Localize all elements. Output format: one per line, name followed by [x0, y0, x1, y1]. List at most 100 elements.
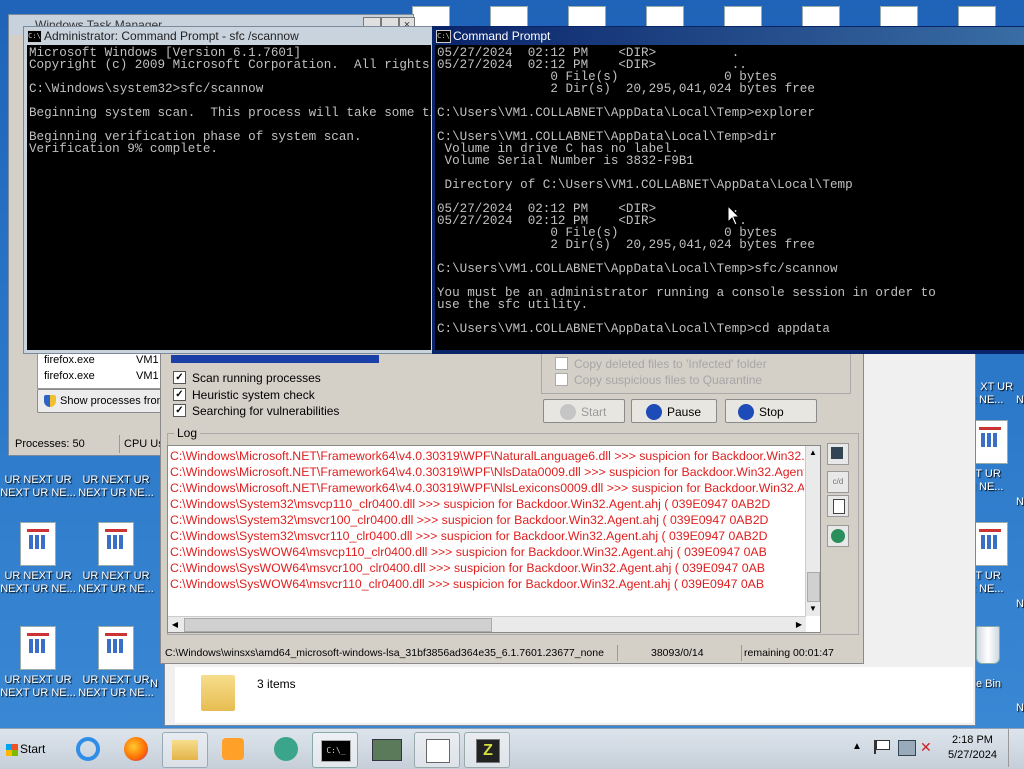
firefox-icon[interactable]	[114, 732, 158, 766]
log-line[interactable]: C:\Windows\SysWOW64\msvcr100_clr0400.dll…	[170, 560, 804, 576]
start-label: Start	[581, 405, 607, 419]
desktop-icon-partial[interactable]: UR NE	[1016, 676, 1024, 728]
show-all-processes-button[interactable]: Show processes from all users	[37, 389, 167, 413]
save-log-icon[interactable]	[827, 443, 849, 465]
process-name: firefox.exe	[44, 354, 95, 366]
clock-time[interactable]: 2:18 PM	[952, 734, 993, 746]
status-bar: Processes: 50 CPU Usage	[9, 435, 182, 453]
volume-muted-icon[interactable]: ✕	[920, 739, 932, 756]
admin-console[interactable]: Microsoft Windows [Version 6.1.7601] Cop…	[27, 45, 431, 350]
user-cmd-title: Command Prompt	[453, 29, 551, 43]
pause-button[interactable]: Pause	[631, 399, 717, 423]
network-icon[interactable]	[898, 740, 916, 756]
desktop-icon-label: UR NEXT UR NEXT UR NE...	[78, 570, 154, 595]
calculator-icon[interactable]	[414, 732, 460, 768]
chat-app-icon[interactable]	[264, 732, 308, 766]
play-icon	[560, 403, 576, 420]
start-button[interactable]: Start	[2, 735, 52, 763]
log-list[interactable]: C:\Windows\Microsoft.NET\Framework64\v4.…	[167, 445, 821, 633]
option-label: Scan running processes	[192, 371, 321, 385]
scroll-thumb[interactable]	[807, 572, 820, 602]
media-player-icon[interactable]	[212, 732, 256, 766]
option-vulnerabilities[interactable]: ✓ Searching for vulnerabilities	[173, 404, 339, 418]
desktop-icon[interactable]: UR NEXT UR NEXT UR NE...	[78, 626, 154, 700]
process-list[interactable]: firefox.exe VM1 firefox.exe VM1	[37, 351, 167, 389]
scroll-left-arrow[interactable]: ◀	[168, 617, 182, 632]
scroll-right-arrow[interactable]: ▶	[792, 617, 806, 632]
log-line[interactable]: C:\Windows\System32\msvcr100_clr0400.dll…	[170, 512, 804, 528]
option-scan-processes[interactable]: ✓ Scan running processes	[173, 371, 321, 385]
checkbox[interactable]	[555, 373, 568, 387]
desktop-icon-partial[interactable]: N N	[1016, 470, 1024, 522]
process-user: VM1	[136, 370, 159, 382]
log-line[interactable]: C:\Windows\SysWOW64\msvcp110_clr0400.dll…	[170, 544, 804, 560]
scanner-window[interactable]: ✓ Scan running processes ✓ Heuristic syste…	[160, 340, 864, 664]
option-heuristic[interactable]: ✓ Heuristic system check	[173, 388, 315, 402]
user-console[interactable]: 05/27/2024 02:12 PM <DIR> . 05/27/2024 0…	[435, 45, 1024, 350]
show-hidden-icons[interactable]: ▲	[852, 741, 862, 752]
cmd-taskbar-icon[interactable]: C:\_	[312, 732, 358, 768]
flag-icon[interactable]	[874, 740, 890, 754]
desktop-icon-label: UR NEXT UR NEXT UR NE...	[0, 474, 76, 499]
mouse-cursor	[727, 205, 741, 226]
ie-icon[interactable]	[66, 732, 110, 766]
process-count: Processes: 50	[15, 438, 85, 450]
checkbox[interactable]	[555, 357, 568, 371]
option-label: Searching for vulnerabilities	[192, 404, 340, 418]
user-cmd-titlebar[interactable]: C:\ Command Prompt	[433, 27, 1024, 45]
explorer-icon[interactable]	[162, 732, 208, 768]
desktop-icon-partial[interactable]: N N	[1016, 368, 1024, 420]
start-button[interactable]: Start	[543, 399, 625, 423]
start-label: Start	[20, 742, 46, 756]
log-line[interactable]: C:\Windows\System32\msvcr110_clr0400.dll…	[170, 528, 804, 544]
scroll-down-arrow[interactable]: ▼	[806, 602, 820, 616]
new-doc-icon[interactable]	[827, 495, 849, 517]
desktop: UR NEXT UR NEXT UR NE... UR NEXT UR NEXT…	[0, 0, 1024, 728]
desktop-icon-label: UR NE	[1016, 702, 1024, 714]
admin-cmd-window[interactable]: C:\ Administrator: Command Prompt - sfc …	[23, 26, 435, 354]
desktop-icon-label: UR NEXT UR NEXT UR NE...	[0, 674, 76, 699]
desktop-icon-label: N	[150, 678, 158, 690]
log-line[interactable]: C:\Windows\SysWOW64\msvcr110_clr0400.dll…	[170, 576, 804, 592]
log-hscrollbar[interactable]: ◀ ▶	[168, 616, 806, 632]
status-remaining: remaining 00:01:47	[741, 645, 834, 661]
log-vscrollbar[interactable]: ▲ ▼	[805, 446, 820, 616]
scroll-up-arrow[interactable]: ▲	[806, 446, 820, 460]
log-title: Log	[174, 426, 201, 440]
checkbox[interactable]: ✓	[173, 388, 186, 402]
checkbox[interactable]: ✓	[173, 371, 186, 385]
status-path: C:\Windows\winsxs\amd64_microsoft-window…	[165, 645, 618, 661]
desktop-icon[interactable]: UR NEXT UR NEXT UR NE...	[78, 522, 154, 596]
scanner-taskbar-icon[interactable]: Z	[464, 732, 510, 768]
show-desktop-button[interactable]	[1008, 729, 1023, 767]
process-row[interactable]: firefox.exe VM1	[38, 368, 166, 384]
item-count: 3 items	[257, 677, 296, 691]
log-line[interactable]: C:\Windows\Microsoft.NET\Framework64\v4.…	[170, 448, 804, 464]
process-row[interactable]: firefox.exe VM1	[38, 352, 166, 368]
show-all-label: Show processes from all users	[60, 395, 166, 407]
clock-date[interactable]: 5/27/2024	[948, 749, 997, 761]
desktop-icon-partial[interactable]: N N	[1016, 572, 1024, 624]
hscroll-thumb[interactable]	[184, 618, 492, 632]
taskbar: Start C:\_ Z ▲ ✕ 2:18 PM 5/27/2024	[0, 728, 1024, 769]
pause-label: Pause	[667, 405, 702, 419]
cmd-icon: C:\	[436, 30, 451, 43]
copy-log-icon[interactable]: c/d	[827, 471, 849, 493]
option-copy-suspicious[interactable]: Copy suspicious files to Quarantine	[555, 373, 762, 387]
web-icon[interactable]	[827, 525, 849, 547]
log-line[interactable]: C:\Windows\Microsoft.NET\Framework64\v4.…	[170, 464, 804, 480]
log-line[interactable]: C:\Windows\System32\msvcp110_clr0400.dll…	[170, 496, 804, 512]
desktop-icon[interactable]: UR NEXT UR NEXT UR NE...	[0, 522, 76, 596]
log-line[interactable]: C:\Windows\Microsoft.NET\Framework64\v4.…	[170, 480, 804, 496]
stop-button[interactable]: Stop	[725, 399, 817, 423]
cmd-icon: C:\	[27, 30, 42, 43]
document-icon	[972, 522, 1008, 566]
checkbox[interactable]: ✓	[173, 404, 186, 418]
admin-cmd-titlebar[interactable]: C:\ Administrator: Command Prompt - sfc …	[24, 27, 434, 45]
network-tool-icon[interactable]	[364, 732, 408, 766]
desktop-icon-label: N N	[1016, 496, 1024, 508]
stop-label: Stop	[759, 405, 784, 419]
desktop-icon[interactable]: UR NEXT UR NEXT UR NE...	[0, 626, 76, 700]
option-copy-deleted[interactable]: Copy deleted files to 'Infected' folder	[555, 357, 767, 371]
user-cmd-window[interactable]: C:\ Command Prompt 05/27/2024 02:12 PM <…	[432, 26, 1024, 354]
